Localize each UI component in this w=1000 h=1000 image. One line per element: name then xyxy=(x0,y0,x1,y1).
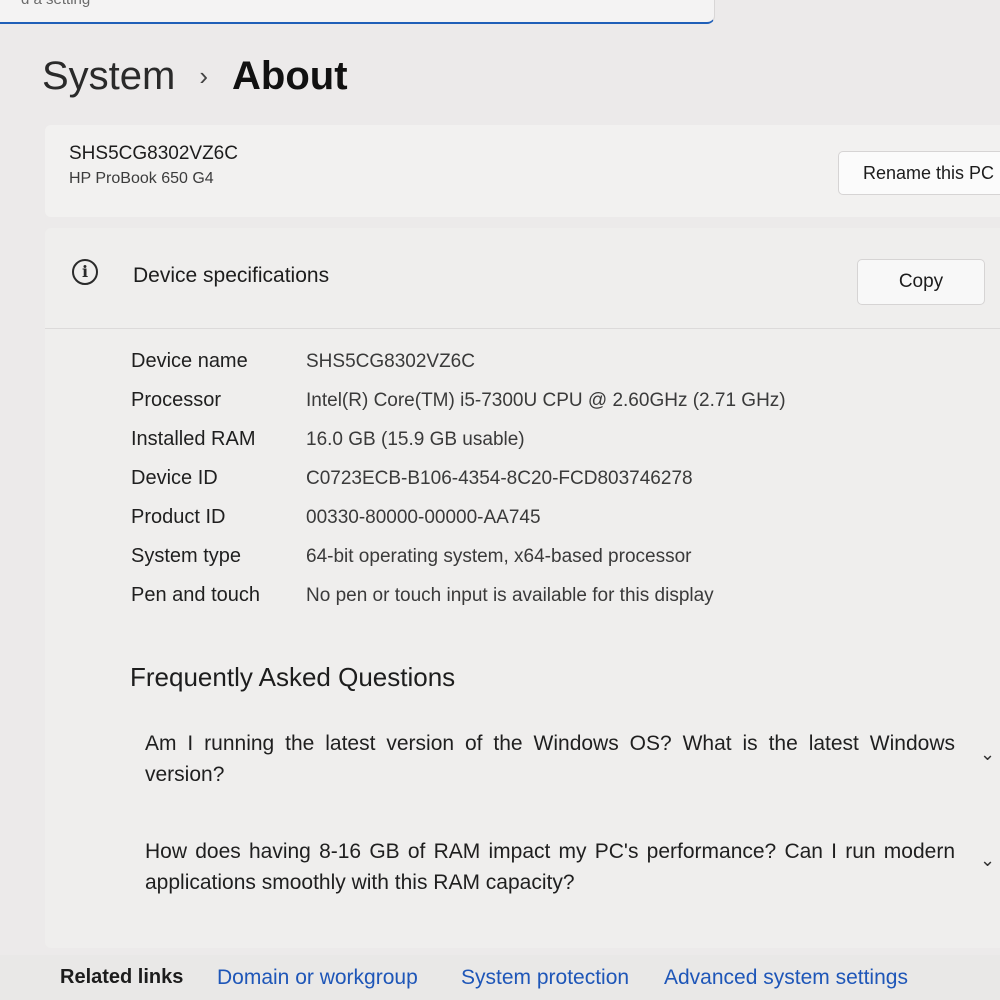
spec-value: No pen or touch input is available for t… xyxy=(306,584,714,606)
breadcrumb: System › About xyxy=(42,48,348,104)
copy-button[interactable]: Copy xyxy=(857,259,985,305)
device-specifications-card: i Device specifications Copy Device name… xyxy=(45,228,1000,948)
spec-row-device-id: Device ID C0723ECB-B106-4354-8C20-FCD803… xyxy=(131,459,786,498)
spec-row-product-id: Product ID 00330-80000-00000-AA745 xyxy=(131,498,786,537)
chevron-down-icon[interactable]: ⌄ xyxy=(980,744,995,765)
spec-label: Device ID xyxy=(131,467,218,489)
spec-row-pen-and-touch: Pen and touch No pen or touch input is a… xyxy=(131,576,786,615)
search-settings-box[interactable]: d a setting xyxy=(0,0,715,24)
breadcrumb-system[interactable]: System xyxy=(42,54,175,99)
spec-value: Intel(R) Core(TM) i5-7300U CPU @ 2.60GHz… xyxy=(306,389,786,411)
related-links-bar: Related links Domain or workgroup System… xyxy=(0,955,1000,1000)
rename-pc-button[interactable]: Rename this PC xyxy=(838,151,1000,195)
faq-title: Frequently Asked Questions xyxy=(130,662,456,692)
spec-value: SHS5CG8302VZ6C xyxy=(306,350,475,372)
faq-item-ram-performance[interactable]: How does having 8-16 GB of RAM impact my… xyxy=(145,836,955,898)
pc-model: HP ProBook 650 G4 xyxy=(69,170,214,187)
spec-list: Device name SHS5CG8302VZ6C Processor Int… xyxy=(131,342,786,615)
spec-row-processor: Processor Intel(R) Core(TM) i5-7300U CPU… xyxy=(131,381,786,420)
system-protection-link[interactable]: System protection xyxy=(461,966,629,990)
spec-label: Product ID xyxy=(131,506,226,528)
page-title: About xyxy=(232,53,348,98)
spec-value: 00330-80000-00000-AA745 xyxy=(306,506,541,528)
spec-label: Pen and touch xyxy=(131,584,260,606)
breadcrumb-separator: › xyxy=(199,60,209,91)
advanced-system-settings-link[interactable]: Advanced system settings xyxy=(664,966,908,990)
related-links-label: Related links xyxy=(60,966,184,988)
spec-value: 64-bit operating system, x64-based proce… xyxy=(306,545,692,567)
spec-label: System type xyxy=(131,545,242,567)
spec-label: Processor xyxy=(131,389,222,411)
pc-name: SHS5CG8302VZ6C xyxy=(69,143,238,164)
spec-row-device-name: Device name SHS5CG8302VZ6C xyxy=(131,342,786,381)
spec-label: Installed RAM xyxy=(131,428,256,450)
faq-item-latest-windows[interactable]: Am I running the latest version of the W… xyxy=(145,728,955,790)
pc-info-card: SHS5CG8302VZ6C HP ProBook 650 G4 Rename … xyxy=(45,125,1000,217)
spec-label: Device name xyxy=(131,350,248,372)
spec-value: 16.0 GB (15.9 GB usable) xyxy=(306,428,525,450)
search-text: d a setting xyxy=(21,0,90,8)
spec-value: C0723ECB-B106-4354-8C20-FCD803746278 xyxy=(306,467,693,489)
device-specifications-title: Device specifications xyxy=(133,264,330,287)
device-specifications-header[interactable]: i Device specifications Copy xyxy=(45,228,1000,329)
spec-row-system-type: System type 64-bit operating system, x64… xyxy=(131,537,786,576)
chevron-down-icon[interactable]: ⌄ xyxy=(980,850,995,871)
domain-or-workgroup-link[interactable]: Domain or workgroup xyxy=(217,966,418,990)
spec-row-installed-ram: Installed RAM 16.0 GB (15.9 GB usable) xyxy=(131,420,786,459)
info-icon: i xyxy=(72,259,98,285)
